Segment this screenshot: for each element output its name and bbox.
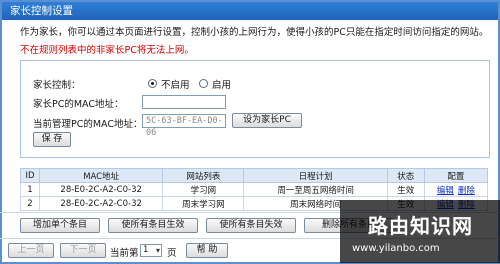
watermark-url: www.yilanbo.com (352, 243, 440, 254)
page-title: 家长控制设置 (2, 2, 498, 20)
row-id: 2 (19, 196, 41, 211)
next-page-button[interactable]: 下一页 (60, 243, 106, 258)
row-mac: 28-E0-2C-A2-C0-32 (39, 196, 164, 211)
parent-mac-input[interactable] (142, 95, 226, 109)
help-button[interactable]: 帮 助 (186, 243, 228, 258)
table-header-row: ID MAC地址 网站列表 日程计划 状态 配置 (19, 168, 489, 183)
warning-text: 不在规则列表中的非家长PC将无法上网。 (20, 45, 194, 56)
add-entry-button[interactable]: 增加单个条目 (20, 218, 100, 233)
col-schedule: 日程计划 (243, 168, 388, 183)
disable-all-button[interactable]: 使所有条目失效 (206, 218, 296, 233)
delete-link[interactable]: 删除 (458, 186, 475, 196)
radio-disable-label[interactable]: 不启用 (161, 77, 190, 91)
row-config: 编辑删除 (423, 182, 489, 197)
current-mac-input[interactable]: 5C-63-BF-EA-D0-06 (142, 114, 226, 138)
row-site: 周末学习网 (162, 196, 245, 211)
row-site: 学习网 (162, 182, 245, 197)
col-id: ID (19, 168, 41, 183)
row-mac: 28-E0-2C-A2-C0-32 (39, 182, 164, 197)
set-parent-pc-button[interactable]: 设为家长PC (232, 113, 302, 128)
radio-enable[interactable] (199, 79, 208, 88)
row-status: 生效 (386, 182, 425, 197)
radio-enable-label[interactable]: 启用 (212, 77, 231, 91)
col-site: 网站列表 (162, 168, 245, 183)
col-status: 状态 (386, 168, 425, 183)
col-mac: MAC地址 (39, 168, 164, 183)
save-button[interactable]: 保 存 (33, 132, 71, 147)
parent-mac-label: 家长PC的MAC地址： (33, 99, 124, 110)
enable-all-button[interactable]: 使所有条目生效 (108, 218, 198, 233)
current-page-label: 当前第 (110, 248, 139, 259)
row-id: 1 (19, 182, 41, 197)
col-config: 配置 (423, 168, 489, 183)
table-row: 1 28-E0-2C-A2-C0-32 学习网 周一至周五网络时间 生效 编辑删… (19, 182, 489, 197)
edit-link[interactable]: 编辑 (437, 186, 454, 196)
current-mac-label: 当前管理PC的MAC地址： (33, 119, 143, 130)
watermark-overlay: 路由知识网 www.yilanbo.com (340, 200, 500, 263)
radio-disable[interactable] (148, 79, 157, 88)
parental-control-label: 家长控制： (33, 80, 81, 91)
intro-text: 作为家长，你可以通过本页面进行设置，控制小孩的上网行为，使得小孩的PC只能在指定… (20, 27, 489, 38)
settings-form: 家长控制： 不启用 启用 家长PC的MAC地址： 当前管理PC的MAC地址： 5… (20, 60, 490, 158)
page-unit-label: 页 (167, 248, 177, 259)
prev-page-button[interactable]: 上一页 (8, 243, 54, 258)
row-schedule: 周一至周五网络时间 (243, 182, 388, 197)
page-select[interactable]: 1 (140, 244, 162, 257)
watermark-title: 路由知识网 (368, 214, 473, 238)
